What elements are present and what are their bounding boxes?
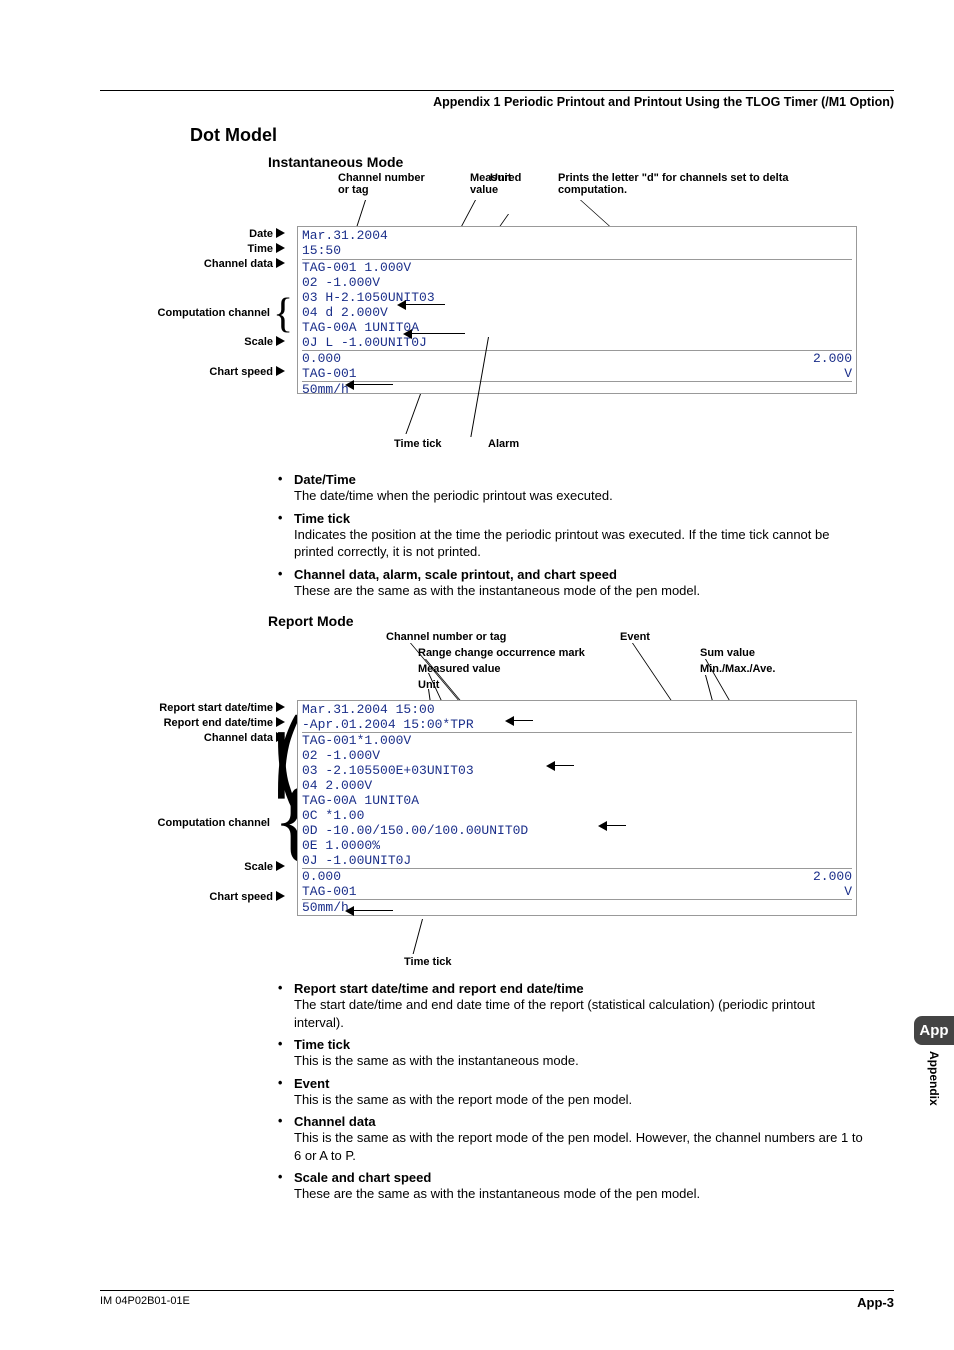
desc-body: Indicates the position at the time the p… [294, 526, 868, 561]
desc-title: Event [294, 1076, 329, 1091]
print-line: 02 -1.000V [302, 275, 852, 290]
footer-page: App-3 [857, 1295, 894, 1310]
chart-speed-value: 50mm/h [302, 900, 852, 915]
scale-tag: TAG-001 [302, 366, 357, 381]
row-label-chart-speed: Chart speed [120, 890, 285, 905]
top-label-sum: Sum value [700, 647, 755, 659]
row-label-computation: Computation channel [158, 307, 270, 319]
scale-unit: V [844, 884, 852, 899]
print-line: 0J -1.00UNIT0J [302, 853, 852, 868]
print-line: 02 -1.000V [302, 748, 852, 763]
instantaneous-descriptions: •Date/Time The date/time when the period… [278, 472, 868, 599]
desc-title: Date/Time [294, 472, 356, 487]
desc-title: Channel data [294, 1114, 376, 1129]
print-line: TAG-00A 1UNIT0A [302, 793, 852, 808]
figure-report: Channel number or tag Range change occur… [120, 631, 880, 971]
scale-right: 2.000 [813, 869, 852, 884]
bottom-label-time-tick: Time tick [404, 956, 452, 968]
print-line: 03 -2.105500E+03UNIT03 [302, 763, 852, 778]
scale-left: 0.000 [302, 869, 341, 884]
scale-right: 2.000 [813, 351, 852, 366]
printout-box-report: Mar.31.2004 15:00 -Apr.01.2004 15:00*TPR… [297, 700, 857, 916]
row-label-computation: Computation channel [158, 817, 270, 829]
desc-body: This is the same as with the report mode… [294, 1129, 868, 1164]
print-line: 0C *1.00 [302, 808, 852, 823]
scale-tag: TAG-001 [302, 884, 357, 899]
desc-body: The date/time when the periodic printout… [294, 487, 868, 505]
figure-instantaneous: Channel number or tag Measured value Uni… [120, 172, 880, 462]
print-line: 15:50 [302, 243, 852, 258]
print-line: -Apr.01.2004 15:00*TPR [302, 717, 852, 732]
desc-title: Time tick [294, 1037, 350, 1052]
scale-left: 0.000 [302, 351, 341, 366]
top-label-prints-d: Prints the letter "d" for channels set t… [558, 172, 858, 196]
desc-title: Time tick [294, 511, 350, 526]
print-line: TAG-001 1.000V [302, 260, 852, 275]
print-line: Mar.31.2004 [302, 228, 852, 243]
footer-code: IM 04P02B01-01E [100, 1295, 190, 1310]
row-label-start: Report start date/time [120, 701, 285, 716]
bottom-label-time-tick: Time tick [394, 438, 442, 450]
running-head: Appendix 1 Periodic Printout and Printou… [100, 95, 894, 109]
row-label-end: Report end date/time [120, 716, 285, 731]
top-label-event: Event [620, 631, 650, 643]
desc-body: The start date/time and end date time of… [294, 996, 868, 1031]
mode-title-report: Report Mode [268, 613, 894, 629]
row-label-date: Date [120, 227, 285, 242]
print-line: 0E 1.0000% [302, 838, 852, 853]
bottom-label-alarm: Alarm [488, 438, 519, 450]
row-label-time: Time [120, 242, 285, 257]
desc-body: These are the same as with the instantan… [294, 1185, 868, 1203]
row-label-channel-data: Channel data [120, 731, 285, 746]
page-footer: IM 04P02B01-01E App-3 [100, 1290, 894, 1310]
row-label-scale: Scale [120, 335, 285, 350]
top-label-range: Range change occurrence mark [418, 647, 585, 659]
mode-title-instantaneous: Instantaneous Mode [268, 154, 894, 170]
top-label-channel: Channel number or tag [386, 631, 506, 643]
desc-body: These are the same as with the instantan… [294, 582, 868, 600]
desc-body: This is the same as with the instantaneo… [294, 1052, 868, 1070]
side-tab-short: App [914, 1016, 954, 1045]
print-line: 0J L -1.00UNIT0J [302, 335, 852, 350]
desc-title: Channel data, alarm, scale printout, and… [294, 567, 617, 582]
section-title: Dot Model [190, 125, 894, 146]
print-line: 04 d 2.000V [302, 305, 852, 320]
print-line: 03 H-2.1050UNIT03 [302, 290, 852, 305]
side-tab-long: Appendix [927, 1051, 941, 1106]
print-line: Mar.31.2004 15:00 [302, 702, 852, 717]
print-line: TAG-00A 1UNIT0A [302, 320, 852, 335]
print-line: TAG-001*1.000V [302, 733, 852, 748]
top-label-channel: Channel number or tag [338, 172, 448, 196]
scale-unit: V [844, 366, 852, 381]
row-label-channel-data: Channel data [120, 257, 285, 272]
report-descriptions: •Report start date/time and report end d… [278, 981, 868, 1203]
print-line: 04 2.000V [302, 778, 852, 793]
side-tab: App Appendix [914, 1016, 954, 1106]
desc-title: Report start date/time and report end da… [294, 981, 584, 996]
desc-body: This is the same as with the report mode… [294, 1091, 868, 1109]
desc-title: Scale and chart speed [294, 1170, 431, 1185]
print-line: 0D -10.00/150.00/100.00UNIT0D [302, 823, 852, 838]
printout-box: Mar.31.2004 15:50 TAG-001 1.000V 02 -1.0… [297, 226, 857, 394]
row-label-chart-speed: Chart speed [120, 365, 285, 380]
top-label-unit: Unit [490, 172, 511, 184]
row-label-scale: Scale [120, 860, 285, 875]
